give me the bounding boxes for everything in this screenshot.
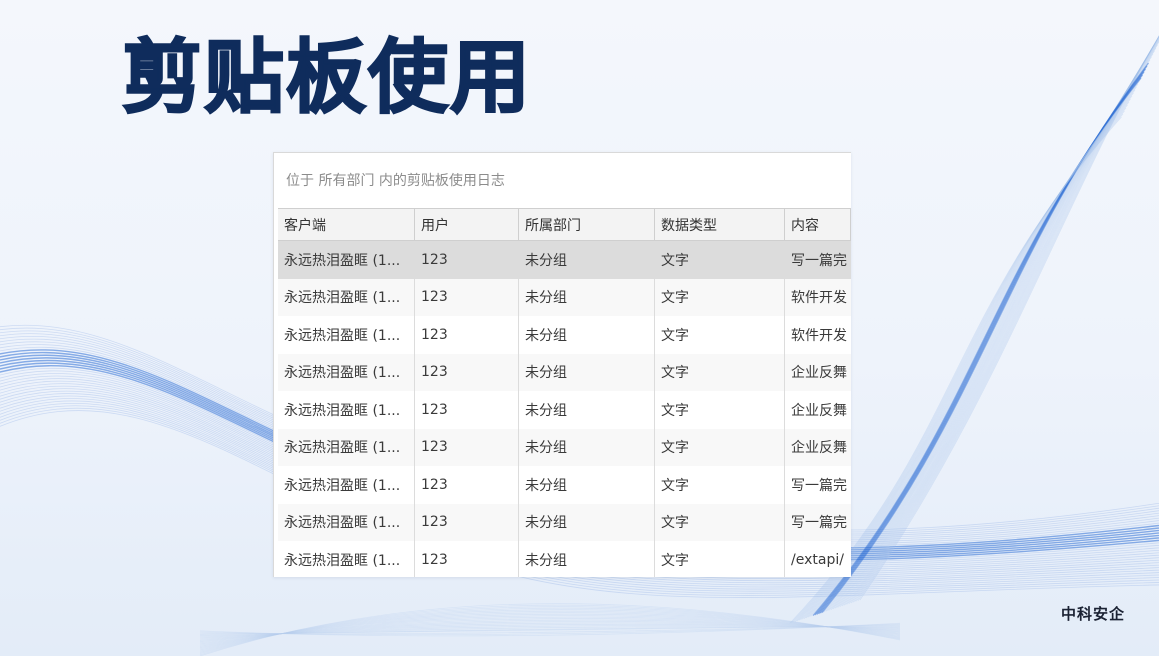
- cell-user: 123: [415, 541, 519, 577]
- table-row[interactable]: 永远热泪盈眶 (1... 123 未分组 文字/extapi/: [278, 541, 851, 577]
- cell-content: 软件开发: [791, 290, 847, 307]
- cell-department: 未分组: [519, 503, 655, 541]
- table-row[interactable]: 永远热泪盈眶 (1... 123 未分组 文字 企业反舞: [278, 353, 851, 391]
- cell-content: 企业反舞: [791, 365, 847, 382]
- log-scope-caption: 位于 所有部门 内的剪贴板使用日志: [274, 153, 851, 208]
- table-row[interactable]: 永远热泪盈眶 (1... 123 未分组 文字 写一篇完: [278, 466, 851, 504]
- cell-department: 未分组: [519, 541, 655, 577]
- cell-user: 123: [415, 278, 519, 316]
- cell-department: 未分组: [519, 466, 655, 504]
- cell-data-type: 文字: [655, 316, 785, 354]
- table-row[interactable]: 永远热泪盈眶 (1... 123 未分组 文字 写一篇完: [278, 241, 851, 279]
- cell-client: 永远热泪盈眶 (1...: [278, 503, 415, 541]
- column-header-client[interactable]: 客户端: [278, 209, 415, 240]
- cell-user: 123: [415, 466, 519, 504]
- cell-department: 未分组: [519, 316, 655, 354]
- brand-logo-text: 中科安企: [1061, 605, 1126, 623]
- table-row[interactable]: 永远热泪盈眶 (1... 123 未分组 文字 写一篇完: [278, 503, 851, 541]
- slide: 剪贴板使用 位于 所有部门 内的剪贴板使用日志 客户端 用户 所属部门 数据类型…: [0, 0, 1159, 656]
- clipboard-log-table[interactable]: 客户端 用户 所属部门 数据类型 内容 永远热泪盈眶 (1... 123 未分组 文字…: [278, 208, 851, 577]
- cell-user: 123: [415, 241, 519, 279]
- cell-user: 123: [415, 316, 519, 354]
- cell-content: 写一篇完: [791, 477, 847, 494]
- cell-data-type: 文字: [655, 241, 785, 279]
- cell-department: 未分组: [519, 428, 655, 466]
- cell-data-type: 文字: [655, 503, 785, 541]
- column-header-content[interactable]: 内容: [785, 209, 851, 240]
- cell-client: 永远热泪盈眶 (1...: [278, 316, 415, 354]
- cell-data-type: 文字: [655, 428, 785, 466]
- cell-department: 未分组: [519, 353, 655, 391]
- cell-data-type: 文字: [655, 391, 785, 429]
- cell-client: 永远热泪盈眶 (1...: [278, 428, 415, 466]
- cell-content: 企业反舞: [791, 440, 847, 457]
- cell-client: 永远热泪盈眶 (1...: [278, 278, 415, 316]
- cell-content: /extapi/: [791, 551, 844, 568]
- cell-client: 永远热泪盈眶 (1...: [278, 353, 415, 391]
- table-row[interactable]: 永远热泪盈眶 (1... 123 未分组 文字 企业反舞: [278, 428, 851, 466]
- table-header-row: 客户端 用户 所属部门 数据类型 内容: [278, 209, 851, 241]
- table-row[interactable]: 永远热泪盈眶 (1... 123 未分组 文字 软件开发: [278, 316, 851, 354]
- cell-user: 123: [415, 428, 519, 466]
- slide-title: 剪贴板使用: [121, 30, 532, 125]
- cell-client: 永远热泪盈眶 (1...: [278, 541, 415, 577]
- cell-user: 123: [415, 353, 519, 391]
- table-row[interactable]: 永远热泪盈眶 (1... 123 未分组 文字 企业反舞: [278, 391, 851, 429]
- table-row[interactable]: 永远热泪盈眶 (1... 123 未分组 文字 软件开发: [278, 278, 851, 316]
- cell-user: 123: [415, 391, 519, 429]
- cell-data-type: 文字: [655, 278, 785, 316]
- clipboard-log-panel: 位于 所有部门 内的剪贴板使用日志 客户端 用户 所属部门 数据类型 内容 永远…: [273, 152, 851, 577]
- cell-client: 永远热泪盈眶 (1...: [278, 391, 415, 429]
- cell-data-type: 文字: [655, 353, 785, 391]
- cell-content: 软件开发: [791, 327, 847, 344]
- cell-user: 123: [415, 503, 519, 541]
- cell-department: 未分组: [519, 278, 655, 316]
- column-header-user[interactable]: 用户: [415, 209, 519, 240]
- cell-content: 写一篇完: [791, 252, 847, 269]
- column-header-department[interactable]: 所属部门: [519, 209, 655, 240]
- cell-content: 写一篇完: [791, 515, 847, 532]
- cell-data-type: 文字: [655, 466, 785, 504]
- column-header-data-type[interactable]: 数据类型: [655, 209, 785, 240]
- cell-department: 未分组: [519, 241, 655, 279]
- cell-client: 永远热泪盈眶 (1...: [278, 466, 415, 504]
- cell-data-type: 文字: [655, 541, 785, 577]
- cell-content: 企业反舞: [791, 402, 847, 419]
- cell-department: 未分组: [519, 391, 655, 429]
- cell-client: 永远热泪盈眶 (1...: [278, 241, 415, 279]
